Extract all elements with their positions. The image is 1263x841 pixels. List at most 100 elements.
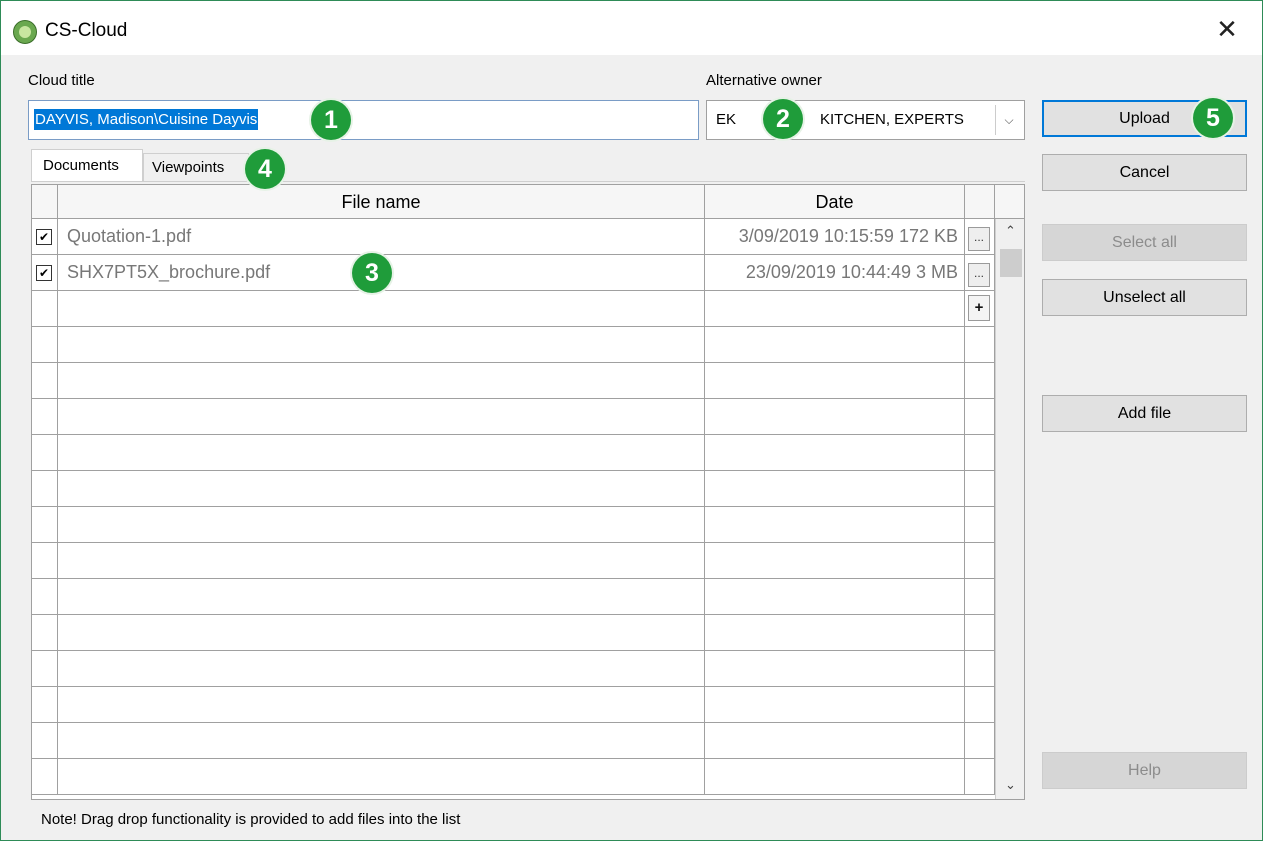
table-row-empty[interactable] xyxy=(32,363,995,399)
callout-badge-3: 3 xyxy=(352,253,392,293)
row-action-cell xyxy=(965,471,995,506)
file-name-cell xyxy=(58,399,705,434)
tab-viewpoints[interactable]: Viewpoints xyxy=(143,153,249,181)
row-action-cell xyxy=(965,687,995,722)
file-name-cell xyxy=(58,723,705,758)
row-action-cell xyxy=(965,615,995,650)
row-action-cell: ... xyxy=(965,219,995,254)
row-checkbox-cell xyxy=(32,507,58,542)
alternative-owner-select[interactable]: EK KITCHEN, EXPERTS ⌵ xyxy=(706,100,1025,140)
row-checkbox-cell: ✔ xyxy=(32,219,58,254)
file-name-cell xyxy=(58,687,705,722)
chevron-down-icon[interactable]: ⌄ xyxy=(996,773,1024,799)
owner-name: KITCHEN, EXPERTS xyxy=(820,111,964,128)
file-date-cell xyxy=(705,543,965,578)
row-checkbox-cell xyxy=(32,435,58,470)
row-checkbox-cell xyxy=(32,327,58,362)
row-checkbox-cell xyxy=(32,471,58,506)
help-button[interactable]: Help xyxy=(1042,752,1247,789)
table-row-empty[interactable]: + xyxy=(32,291,995,327)
chevron-down-icon[interactable]: ⌵ xyxy=(995,105,1022,135)
row-checkbox[interactable]: ✔ xyxy=(36,265,52,281)
file-name-cell xyxy=(58,579,705,614)
row-checkbox-cell xyxy=(32,579,58,614)
checkbox-column-header xyxy=(32,185,58,219)
action-column-header xyxy=(965,185,995,219)
file-date-cell xyxy=(705,435,965,470)
row-checkbox-cell xyxy=(32,687,58,722)
file-date-cell: 23/09/2019 10:44:49 3 MB xyxy=(705,255,965,290)
column-header-date[interactable]: Date xyxy=(705,185,965,219)
close-icon[interactable]: ✕ xyxy=(1207,13,1247,47)
file-date-cell xyxy=(705,507,965,542)
vertical-scrollbar[interactable]: ⌃ ⌄ xyxy=(995,219,1024,799)
file-name-cell xyxy=(58,471,705,506)
row-checkbox-cell xyxy=(32,615,58,650)
table-row-empty[interactable] xyxy=(32,507,995,543)
file-name-cell xyxy=(58,507,705,542)
drag-drop-note: Note! Drag drop functionality is provide… xyxy=(41,811,461,828)
row-checkbox-cell xyxy=(32,759,58,794)
row-checkbox-cell xyxy=(32,363,58,398)
file-name-cell xyxy=(58,435,705,470)
unselect-all-button[interactable]: Unselect all xyxy=(1042,279,1247,316)
callout-badge-5: 5 xyxy=(1193,98,1233,138)
row-more-button[interactable]: ... xyxy=(968,263,990,287)
row-checkbox-cell xyxy=(32,651,58,686)
table-row-empty[interactable] xyxy=(32,471,995,507)
file-date-cell xyxy=(705,651,965,686)
table-row[interactable]: ✔ SHX7PT5X_brochure.pdf 23/09/2019 10:44… xyxy=(32,255,995,291)
cs-cloud-dialog: CS-Cloud ✕ Cloud title DAYVIS, Madison\C… xyxy=(0,0,1263,841)
row-action-cell xyxy=(965,399,995,434)
column-header-file-name[interactable]: File name xyxy=(58,185,705,219)
row-action-cell xyxy=(965,579,995,614)
table-row-empty[interactable] xyxy=(32,723,995,759)
row-action-cell: ... xyxy=(965,255,995,290)
tab-divider xyxy=(31,181,1025,182)
file-name-cell xyxy=(58,291,705,326)
row-checkbox-cell xyxy=(32,543,58,578)
owner-code: EK xyxy=(716,111,737,128)
add-row-button[interactable]: + xyxy=(968,295,990,321)
scrollbar-thumb[interactable] xyxy=(1000,249,1022,277)
table-row-empty[interactable] xyxy=(32,435,995,471)
file-date-cell xyxy=(705,579,965,614)
row-more-button[interactable]: ... xyxy=(968,227,990,251)
table-row-empty[interactable] xyxy=(32,399,995,435)
row-action-cell xyxy=(965,507,995,542)
file-name-cell: Quotation-1.pdf xyxy=(58,219,705,254)
row-checkbox[interactable]: ✔ xyxy=(36,229,52,245)
select-all-button[interactable]: Select all xyxy=(1042,224,1247,261)
row-action-cell xyxy=(965,543,995,578)
file-name-cell xyxy=(58,327,705,362)
cloud-title-input[interactable]: DAYVIS, Madison\Cuisine Dayvis xyxy=(28,100,699,140)
cs-cloud-logo-icon xyxy=(13,20,37,44)
file-table: File name Date ✔ Quotation-1.pdf 3/09/20… xyxy=(31,184,1025,800)
file-date-cell xyxy=(705,687,965,722)
file-name-cell xyxy=(58,759,705,794)
table-row-empty[interactable] xyxy=(32,687,995,723)
table-row-empty[interactable] xyxy=(32,759,995,795)
table-row-empty[interactable] xyxy=(32,579,995,615)
file-name-cell xyxy=(58,543,705,578)
table-row-empty[interactable] xyxy=(32,543,995,579)
file-date-cell xyxy=(705,471,965,506)
table-row-empty[interactable] xyxy=(32,651,995,687)
file-name-cell xyxy=(58,363,705,398)
table-row[interactable]: ✔ Quotation-1.pdf 3/09/2019 10:15:59 172… xyxy=(32,219,995,255)
scrollbar-header xyxy=(995,185,1024,219)
table-row-empty[interactable] xyxy=(32,615,995,651)
callout-badge-4: 4 xyxy=(245,149,285,189)
row-action-cell: + xyxy=(965,291,995,326)
tab-documents[interactable]: Documents xyxy=(31,149,143,182)
alternative-owner-label: Alternative owner xyxy=(706,72,822,89)
callout-badge-2: 2 xyxy=(763,99,803,139)
cancel-button[interactable]: Cancel xyxy=(1042,154,1247,191)
row-action-cell xyxy=(965,651,995,686)
file-name-cell xyxy=(58,651,705,686)
add-file-button[interactable]: Add file xyxy=(1042,395,1247,432)
file-date-cell xyxy=(705,759,965,794)
chevron-up-icon[interactable]: ⌃ xyxy=(996,219,1024,245)
table-row-empty[interactable] xyxy=(32,327,995,363)
row-action-cell xyxy=(965,723,995,758)
